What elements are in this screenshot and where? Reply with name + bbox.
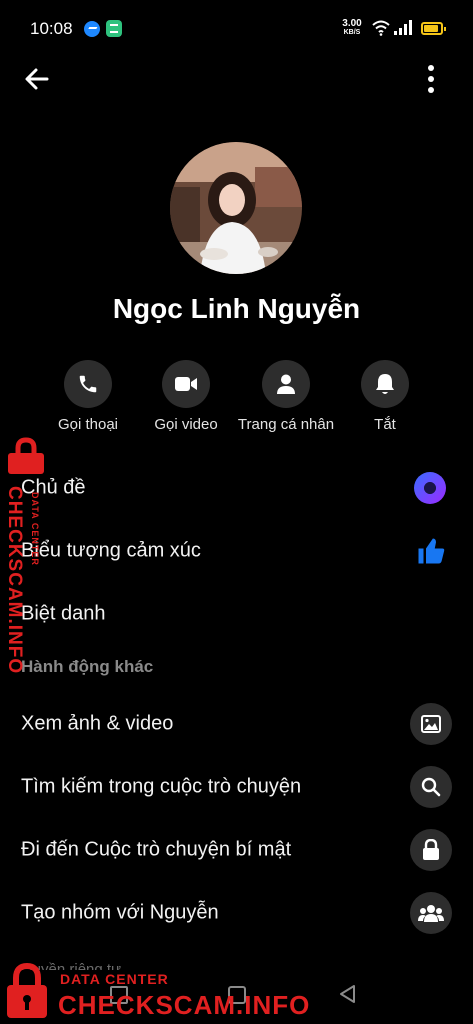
network-speed-value: 3.00 <box>342 18 362 29</box>
watermark-side-sub: DATA CENTER <box>30 492 40 566</box>
view-media-icon-button[interactable] <box>410 703 452 745</box>
more-vertical-icon <box>428 65 434 93</box>
app-notification-icon <box>106 20 122 37</box>
mute-button[interactable]: Tắt <box>330 360 440 433</box>
emoji-label: Biểu tượng cảm xúc <box>21 539 201 562</box>
create-group-icon-button[interactable] <box>410 892 452 934</box>
nickname-row[interactable]: Biệt danh <box>0 584 473 644</box>
voice-call-button[interactable]: Gọi thoại <box>33 360 143 433</box>
mute-label: Tắt <box>374 416 396 433</box>
create-group-label: Tạo nhóm với Nguyễn <box>21 901 219 924</box>
view-media-row[interactable]: Xem ảnh & video <box>0 694 473 754</box>
network-speed-unit: KB/S <box>343 29 361 36</box>
video-call-label: Gọi video <box>154 416 218 433</box>
network-speed: 3.00 KB/S <box>338 19 366 37</box>
theme-row[interactable]: Chủ đề <box>0 458 473 518</box>
search-icon <box>421 777 441 797</box>
voice-call-circle[interactable] <box>64 360 112 408</box>
bell-icon <box>376 374 394 394</box>
signal-icon <box>394 20 412 35</box>
battery-icon <box>421 22 446 35</box>
voice-call-label: Gọi thoại <box>57 416 119 433</box>
thumbs-up-icon <box>418 538 445 564</box>
video-camera-icon <box>175 377 197 391</box>
search-conversation-label: Tìm kiếm trong cuộc trò chuyện <box>21 775 302 798</box>
view-media-label: Xem ảnh & video <box>21 712 174 735</box>
profile-avatar[interactable] <box>170 142 302 274</box>
person-icon <box>277 374 295 394</box>
watermark-bottom-sub: DATA CENTER <box>60 971 169 987</box>
profile-page-label: Trang cá nhân <box>237 416 335 433</box>
lock-icon <box>423 839 439 860</box>
mute-circle[interactable] <box>361 360 409 408</box>
watermark-side-text: CHECKSCAM.INFO <box>4 486 25 675</box>
avatar-photo <box>170 142 302 274</box>
back-button[interactable] <box>20 62 54 96</box>
profile-page-circle[interactable] <box>262 360 310 408</box>
video-call-button[interactable]: Gọi video <box>131 360 241 433</box>
create-group-row[interactable]: Tạo nhóm với Nguyễn <box>0 883 473 943</box>
arrow-left-icon <box>25 68 49 90</box>
theme-gradient-icon <box>414 472 446 504</box>
nickname-label: Biệt danh <box>21 602 106 625</box>
more-options-button[interactable] <box>418 62 444 96</box>
watermark-lock-icon <box>8 437 44 474</box>
secret-conversation-icon-button[interactable] <box>410 829 452 871</box>
messenger-notification-icon <box>84 21 100 37</box>
watermark-bottom-text: CHECKSCAM.INFO <box>58 990 311 1020</box>
group-icon <box>418 905 444 922</box>
status-time: 10:08 <box>30 19 73 38</box>
wifi-icon <box>372 20 390 36</box>
nav-back-icon[interactable] <box>338 984 356 1004</box>
status-bar: 10:08 3.00 KB/S <box>0 0 473 56</box>
search-conversation-row[interactable]: Tìm kiếm trong cuộc trò chuyện <box>0 757 473 817</box>
image-icon <box>421 715 441 733</box>
phone-icon <box>79 375 97 393</box>
secret-conversation-label: Đi đến Cuộc trò chuyện bí mật <box>21 838 292 861</box>
secret-conversation-row[interactable]: Đi đến Cuộc trò chuyện bí mật <box>0 820 473 880</box>
emoji-row[interactable]: Biểu tượng cảm xúc <box>0 521 473 581</box>
profile-page-button[interactable]: Trang cá nhân <box>231 360 341 433</box>
search-icon-button[interactable] <box>410 766 452 808</box>
profile-name: Ngọc Linh Nguyễn <box>112 293 361 324</box>
watermark-bottom-lock-icon <box>7 962 47 1018</box>
more-actions-header: Hành động khác <box>21 657 154 676</box>
video-call-circle[interactable] <box>162 360 210 408</box>
